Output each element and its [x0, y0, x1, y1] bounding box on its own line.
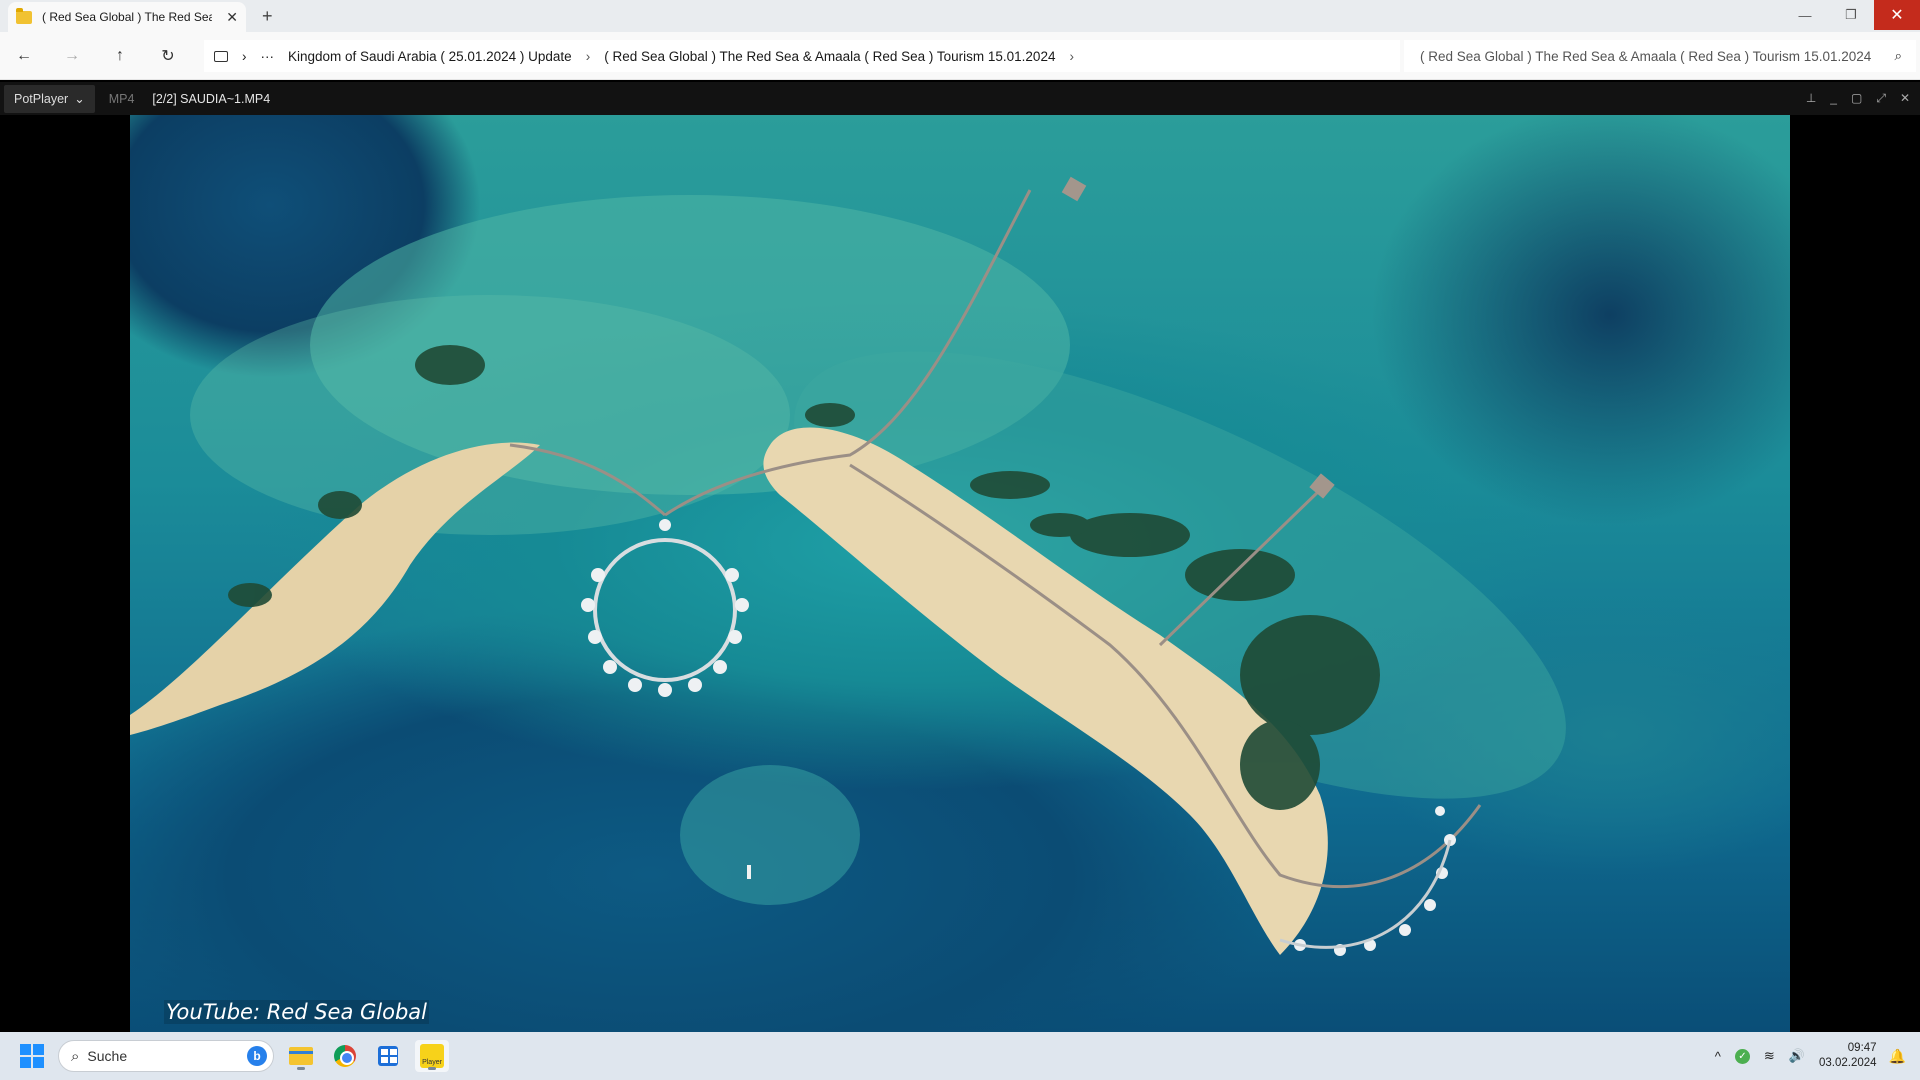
tab-close-button[interactable]: ✕	[226, 9, 238, 26]
breadcrumb-overflow[interactable]: ···	[261, 49, 275, 64]
running-indicator	[428, 1067, 436, 1070]
potplayer-taskbar-button[interactable]: Player	[415, 1040, 449, 1072]
system-tray: ^ ✓ ≋ 🔊 09:47 03.02.2024 🔔	[1715, 1032, 1920, 1080]
player-fullscreen-button[interactable]: ⤢	[1876, 91, 1886, 106]
notification-bell-icon[interactable]: 🔔	[1889, 1048, 1906, 1065]
microsoft-store-icon	[378, 1046, 398, 1066]
forward-button[interactable]: →	[48, 47, 96, 65]
window-controls: — ❐ ✕	[1782, 0, 1920, 30]
video-filename: [2/2] SAUDIA~1.MP4	[152, 91, 271, 106]
file-explorer-taskbar-button[interactable]	[284, 1040, 318, 1072]
volume-icon[interactable]: 🔊	[1789, 1048, 1805, 1064]
video-area[interactable]: YouTube: Red Sea Global	[0, 115, 1920, 1032]
taskbar-search-input[interactable]: ⌕ Suche b	[58, 1040, 274, 1072]
refresh-button[interactable]: ↻	[144, 46, 192, 66]
player-close-button[interactable]: ✕	[1900, 91, 1910, 106]
store-taskbar-button[interactable]	[371, 1040, 405, 1072]
show-hidden-icons-button[interactable]: ^	[1715, 1049, 1721, 1064]
player-minimize-button[interactable]: _	[1830, 91, 1837, 106]
pin-icon[interactable]: ⊥	[1806, 91, 1816, 106]
folder-icon	[16, 7, 32, 24]
close-button[interactable]: ✕	[1874, 0, 1920, 30]
chrome-taskbar-button[interactable]	[328, 1040, 362, 1072]
new-tab-button[interactable]: +	[262, 6, 273, 27]
security-shield-icon[interactable]: ✓	[1734, 1048, 1750, 1064]
explorer-tab[interactable]: ( Red Sea Global ) The Red Sea & Amaala …	[8, 2, 246, 32]
potplayer-icon: Player	[420, 1044, 444, 1068]
potplayer-menu-button[interactable]: PotPlayer ⌄	[4, 84, 95, 113]
bing-icon[interactable]: b	[247, 1046, 267, 1066]
breadcrumb-item-saudi-arabia[interactable]: Kingdom of Saudi Arabia ( 25.01.2024 ) U…	[288, 49, 572, 64]
video-frame[interactable]: YouTube: Red Sea Global	[130, 115, 1790, 1032]
potplayer-titlebar: PotPlayer ⌄ MP4 [2/2] SAUDIA~1.MP4 ⊥ _ ▢…	[0, 82, 1920, 115]
breadcrumb-item-red-sea-global[interactable]: ( Red Sea Global ) The Red Sea & Amaala …	[604, 49, 1055, 64]
chevron-down-icon: ⌄	[74, 92, 85, 106]
breadcrumb[interactable]: › ··· Kingdom of Saudi Arabia ( 25.01.20…	[204, 40, 1400, 72]
breadcrumb-separator: ›	[242, 48, 247, 64]
clock-date: 03.02.2024	[1819, 1057, 1877, 1069]
address-toolbar: ← → ↑ ↻ › ··· Kingdom of Saudi Arabia ( …	[0, 32, 1920, 80]
minimize-button[interactable]: —	[1782, 0, 1828, 30]
potplayer-menu-label: PotPlayer	[14, 91, 69, 106]
overwater-villa-ring	[593, 538, 737, 682]
breadcrumb-separator[interactable]: ›	[1069, 49, 1074, 64]
player-window-controls: ⊥ _ ▢ ⤢ ✕	[1806, 91, 1910, 106]
start-button[interactable]	[20, 1044, 44, 1068]
explorer-titlebar: ( Red Sea Global ) The Red Sea & Amaala …	[0, 0, 1920, 32]
player-maximize-button[interactable]: ▢	[1851, 91, 1862, 106]
up-button[interactable]: ↑	[96, 47, 144, 65]
computer-icon	[214, 50, 228, 62]
windows-taskbar: ⌕ Suche b Player ^ ✓ ≋ 🔊 09:47 03.02.202…	[0, 1032, 1920, 1080]
folder-search-input[interactable]: ( Red Sea Global ) The Red Sea & Amaala …	[1404, 40, 1916, 72]
boat	[747, 865, 751, 879]
back-button[interactable]: ←	[0, 47, 48, 65]
file-explorer-icon	[289, 1047, 313, 1065]
search-text: ( Red Sea Global ) The Red Sea & Amaala …	[1420, 48, 1872, 64]
breadcrumb-separator[interactable]: ›	[586, 49, 591, 64]
video-format: MP4	[108, 91, 135, 106]
clock-time: 09:47	[1847, 1042, 1877, 1054]
restore-button[interactable]: ❐	[1828, 0, 1874, 30]
search-icon: ⌕	[71, 1047, 80, 1065]
video-credit-caption: YouTube: Red Sea Global	[164, 1000, 430, 1024]
jetty-platform	[1061, 176, 1087, 202]
wifi-icon[interactable]: ≋	[1764, 1048, 1775, 1064]
windows-logo-icon	[20, 1044, 31, 1055]
taskbar-search-placeholder: Suche	[87, 1048, 128, 1064]
search-icon: ⌕	[1894, 48, 1902, 63]
running-indicator	[297, 1067, 305, 1070]
chrome-icon	[334, 1045, 356, 1067]
tab-title: ( Red Sea Global ) The Red Sea & Amaala …	[42, 10, 212, 24]
aerial-island-illustration	[130, 176, 1566, 956]
clock[interactable]: 09:47 03.02.2024	[1819, 1041, 1877, 1071]
